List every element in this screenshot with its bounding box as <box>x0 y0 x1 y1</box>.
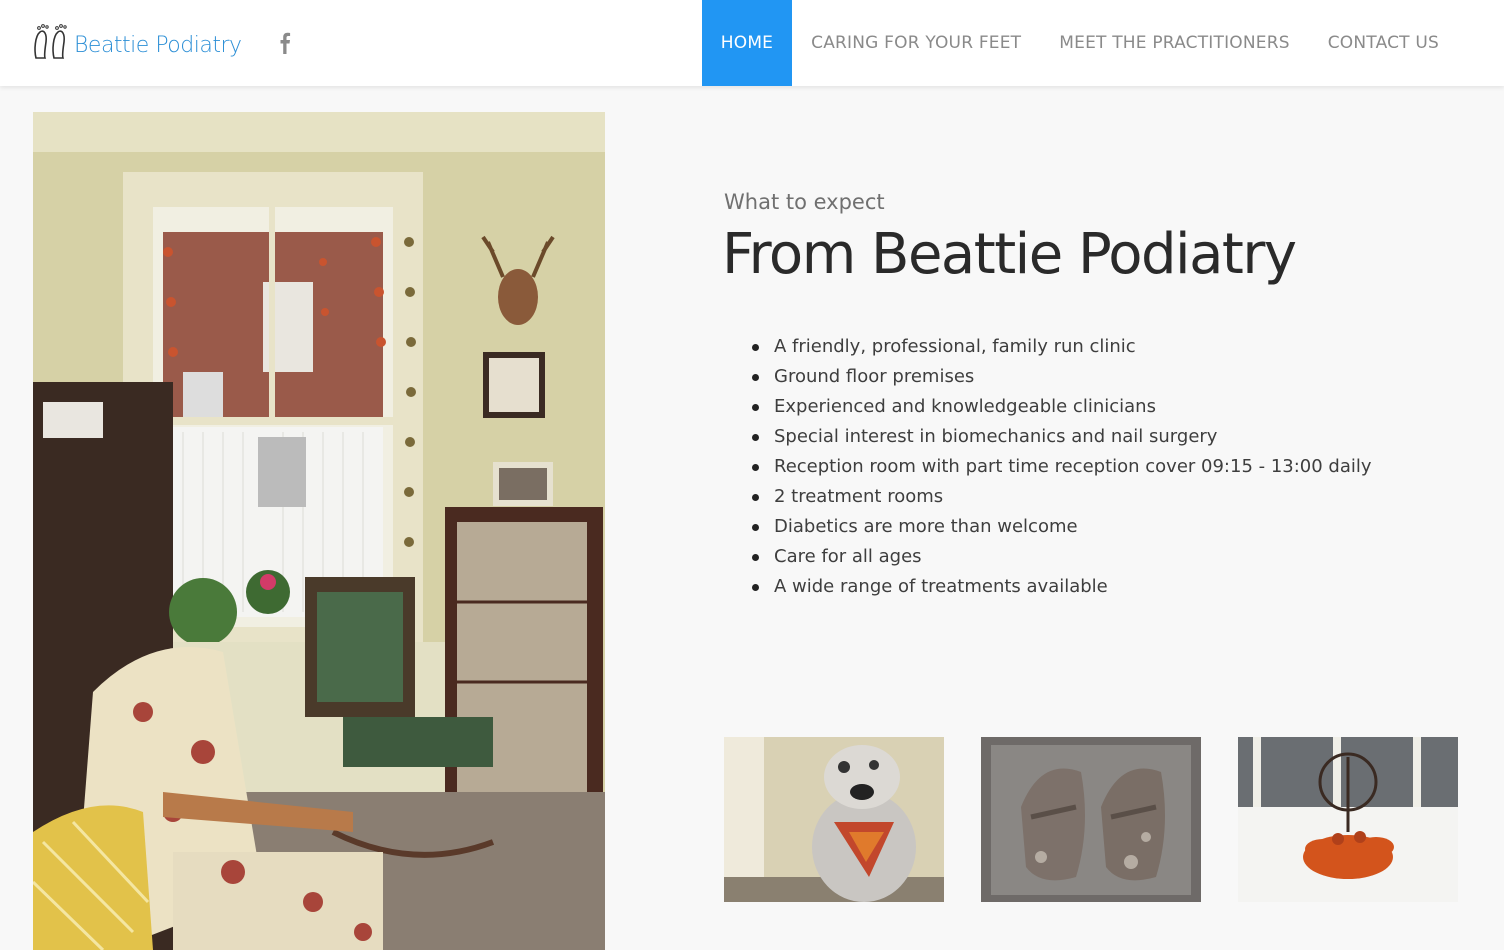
nav-caring-for-your-feet[interactable]: CARING FOR YOUR FEET <box>792 0 1040 86</box>
nav-home[interactable]: HOME <box>701 0 793 86</box>
waiting-room-photo <box>33 112 605 950</box>
site-logo[interactable]: Beattie Podiatry <box>32 22 242 62</box>
list-item: Experienced and knowledgeable clinicians <box>752 392 1372 422</box>
main-nav: HOME CARING FOR YOUR FEET MEET THE PRACT… <box>701 0 1504 86</box>
features-list: A friendly, professional, family run cli… <box>752 332 1372 602</box>
list-item: A friendly, professional, family run cli… <box>752 332 1372 362</box>
autumn-flowers-thumbnail[interactable] <box>1238 737 1458 902</box>
list-item: Care for all ages <box>752 542 1372 572</box>
footprints-logo-icon <box>34 24 67 59</box>
facebook-link[interactable] <box>276 30 294 54</box>
section-kicker: What to expect <box>724 190 885 214</box>
list-item: A wide range of treatments available <box>752 572 1372 602</box>
brand-name: Beattie Podiatry <box>74 33 242 58</box>
list-item: Diabetics are more than welcome <box>752 512 1372 542</box>
list-item: 2 treatment rooms <box>752 482 1372 512</box>
nav-contact-us[interactable]: CONTACT US <box>1309 0 1458 86</box>
list-item: Reception room with part time reception … <box>752 452 1372 482</box>
toy-dog-thumbnail[interactable] <box>724 737 944 902</box>
old-shoes-thumbnail[interactable] <box>981 737 1201 902</box>
list-item: Special interest in biomechanics and nai… <box>752 422 1372 452</box>
page-title: From Beattie Podiatry <box>722 222 1297 287</box>
list-item: Ground floor premises <box>752 362 1372 392</box>
site-header: Beattie Podiatry HOME CARING FOR YOUR FE… <box>0 0 1504 86</box>
facebook-icon <box>280 32 291 54</box>
nav-meet-the-practitioners[interactable]: MEET THE PRACTITIONERS <box>1040 0 1308 86</box>
